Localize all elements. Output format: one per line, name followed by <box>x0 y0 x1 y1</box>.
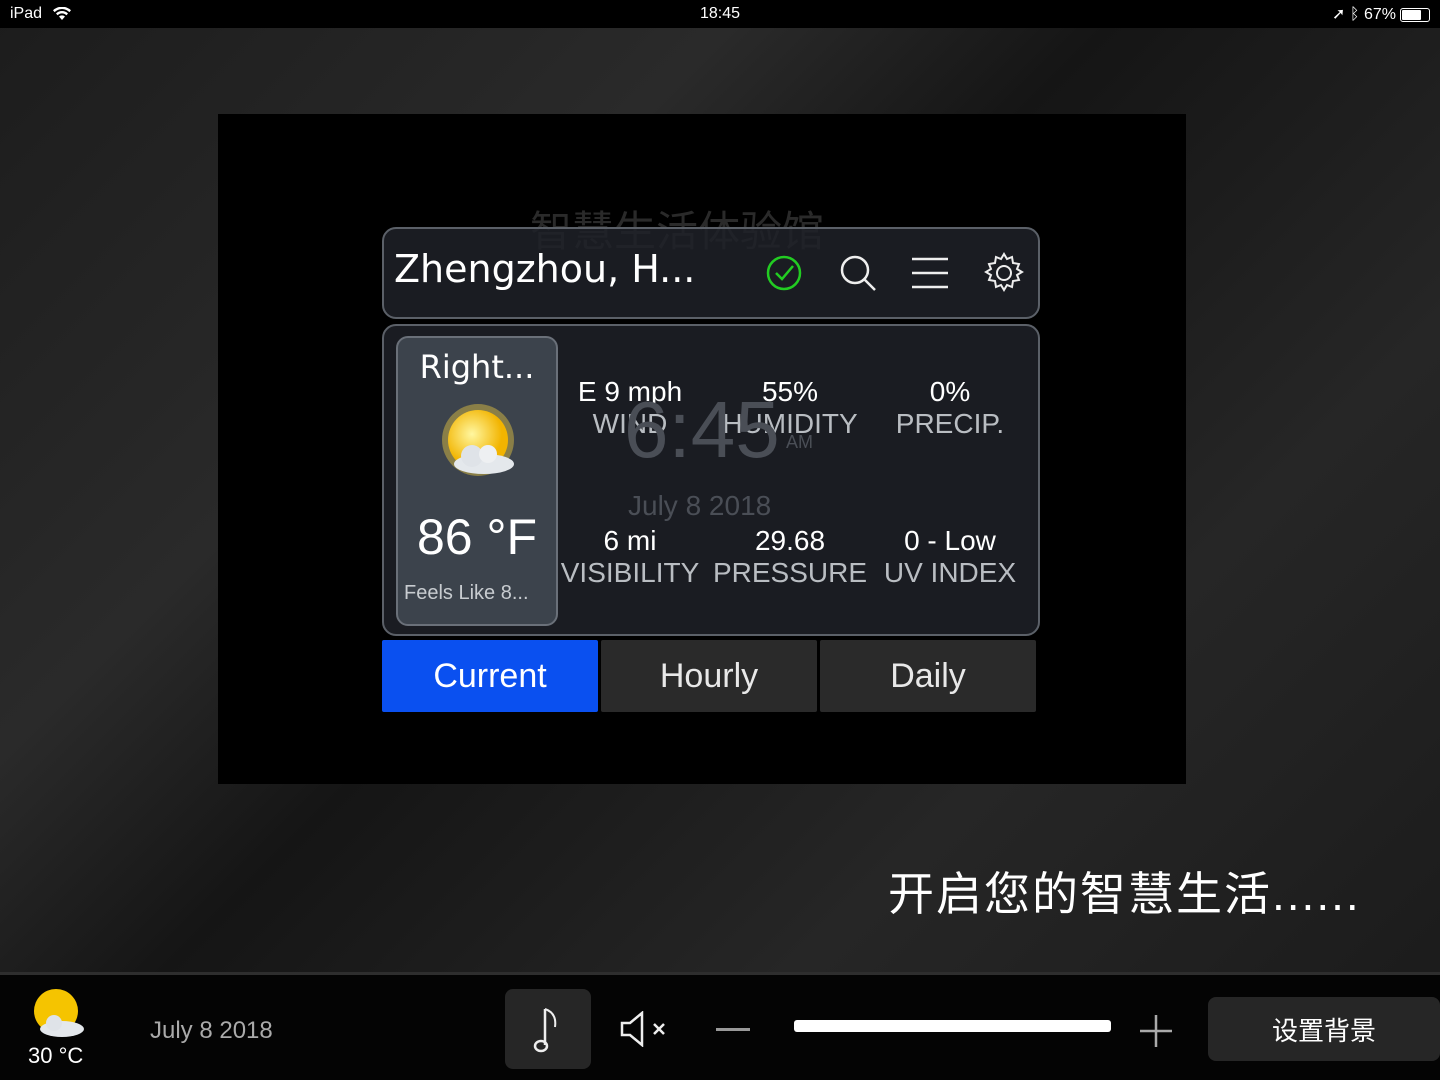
music-button[interactable] <box>505 989 591 1069</box>
menu-icon[interactable] <box>908 251 952 295</box>
stat-uv-index: 0 - Low UV INDEX <box>870 525 1030 589</box>
tab-current[interactable]: Current <box>382 640 598 712</box>
tab-daily[interactable]: Daily <box>820 640 1036 712</box>
music-note-icon <box>533 1008 557 1053</box>
stat-pressure: 29.68 PRESSURE <box>710 525 870 589</box>
status-bar: iPad 18:45 ➚ ᛒ 67% <box>0 0 1440 28</box>
stat-value: 29.68 <box>754 525 826 556</box>
bottom-date: July 8 2018 <box>150 1017 273 1044</box>
battery-percent: 67% <box>1363 6 1396 23</box>
clock: 18:45 <box>699 5 741 22</box>
condition-label: Right... <box>419 348 535 386</box>
wifi-icon <box>53 6 72 20</box>
forecast-tabs: Current Hourly Daily <box>382 640 1036 712</box>
stat-label: HUMIDITY <box>722 408 858 439</box>
search-icon[interactable] <box>836 251 880 295</box>
stat-value: 6 mi <box>603 525 657 556</box>
slogan: 开启您的智慧生活...... <box>888 868 1361 920</box>
battery-icon <box>1400 7 1430 22</box>
stat-label: PRESSURE <box>712 557 868 588</box>
volume-down-button[interactable] <box>716 1028 750 1031</box>
location-arrow-icon: ➚ <box>1332 6 1346 23</box>
partly-sunny-icon <box>442 404 514 476</box>
volume-slider[interactable] <box>794 1020 1111 1032</box>
stat-label: PRECIP. <box>895 408 1005 439</box>
stat-value: E 9 mph <box>577 376 683 407</box>
stat-value: 0 - Low <box>904 525 996 556</box>
widget-panel: 智慧生活体验馆 Zhengzhou, H... Right... 86 °F F… <box>218 114 1186 784</box>
device-name: iPad <box>10 5 43 22</box>
current-conditions-card: Right... 86 °F Feels Like 8... <box>396 336 558 626</box>
mute-icon[interactable] <box>618 1011 672 1047</box>
stat-visibility: 6 mi VISIBILITY <box>550 525 710 589</box>
tab-hourly[interactable]: Hourly <box>601 640 817 712</box>
stat-label: UV INDEX <box>883 557 1017 588</box>
stat-precip: 0% PRECIP. <box>870 376 1030 440</box>
stat-value: 0% <box>929 376 971 407</box>
stat-value: 55% <box>761 376 819 407</box>
weather-info-card: Right... 86 °F Feels Like 8... E 9 mph WI… <box>382 324 1040 636</box>
set-background-button[interactable]: 设置背景 <box>1208 997 1440 1061</box>
partly-sunny-icon <box>34 989 84 1037</box>
check-circle-icon[interactable] <box>762 251 806 295</box>
gear-icon[interactable] <box>982 251 1026 295</box>
feels-like: Feels Like 8... <box>404 582 529 604</box>
stat-humidity: 55% HUMIDITY <box>710 376 870 440</box>
stat-wind: E 9 mph WIND <box>550 376 710 440</box>
bottom-temperature: 30 °C <box>28 1043 84 1068</box>
location-bar: Zhengzhou, H... <box>382 227 1040 319</box>
bluetooth-icon: ᛒ <box>1349 6 1360 23</box>
bottom-bar: 30 °C July 8 2018 设置背景 <box>0 972 1440 1080</box>
current-temperature: 86 °F <box>416 509 538 565</box>
stat-label: VISIBILITY <box>560 557 700 588</box>
stat-label: WIND <box>592 408 668 439</box>
volume-up-button[interactable] <box>1138 1013 1174 1049</box>
volume-slider-fill <box>794 1020 1111 1032</box>
location-name[interactable]: Zhengzhou, H... <box>394 247 695 291</box>
